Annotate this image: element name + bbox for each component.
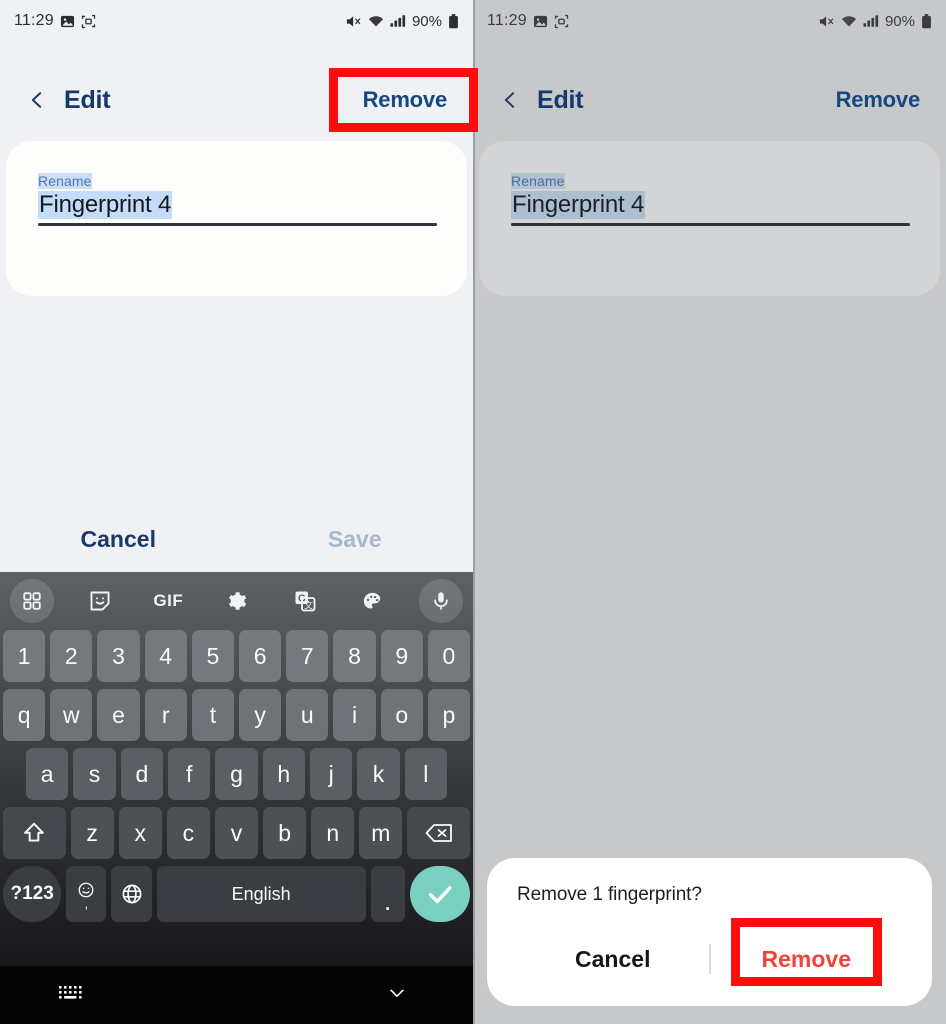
key-c[interactable]: c <box>166 807 210 859</box>
key-j[interactable]: j <box>309 748 353 800</box>
key-5[interactable]: 5 <box>191 630 234 682</box>
app-bar: Edit Remove <box>0 64 473 136</box>
check-enter-icon[interactable] <box>409 866 471 922</box>
emoji-key-comma: , <box>84 895 89 911</box>
key-w[interactable]: w <box>50 689 93 741</box>
gif-icon[interactable]: GIF <box>146 579 190 623</box>
system-navigation-bar <box>0 966 473 1024</box>
key-3[interactable]: 3 <box>97 630 140 682</box>
save-button[interactable]: Save <box>237 526 474 553</box>
hide-keyboard-icon[interactable] <box>58 983 86 1008</box>
key-l[interactable]: l <box>404 748 447 800</box>
backspace-icon[interactable] <box>407 807 470 859</box>
status-bar-left: 11:29 <box>14 12 96 30</box>
dialog-remove-button[interactable]: Remove <box>711 946 903 973</box>
shift-arrow-icon[interactable] <box>3 807 66 859</box>
signal-icon <box>390 14 406 28</box>
key-n[interactable]: n <box>311 807 355 859</box>
period-key[interactable]: . <box>370 866 405 922</box>
key-7[interactable]: 7 <box>286 630 329 682</box>
chevron-down-icon[interactable] <box>383 983 411 1008</box>
remove-button[interactable]: Remove <box>363 87 448 113</box>
rename-field-label: Rename <box>38 173 92 189</box>
keyboard-row-bottom: z x c v b n m <box>0 807 473 859</box>
key-2[interactable]: 2 <box>50 630 93 682</box>
photo-icon <box>60 14 75 29</box>
key-s[interactable]: s <box>73 748 116 800</box>
status-bar: 11:29 90% <box>0 0 473 42</box>
key-v[interactable]: v <box>214 807 259 859</box>
keyboard-toolbar: GIF G 文 <box>0 572 473 630</box>
key-0[interactable]: 0 <box>427 630 471 682</box>
dialog-cancel-button[interactable]: Cancel <box>517 946 709 973</box>
battery-icon <box>448 13 459 29</box>
key-6[interactable]: 6 <box>239 630 282 682</box>
key-p[interactable]: p <box>427 689 471 741</box>
rename-field[interactable]: Rename Fingerprint 4 <box>38 173 437 226</box>
key-o[interactable]: o <box>380 689 423 741</box>
key-1[interactable]: 1 <box>2 630 46 682</box>
battery-percent-label: 90% <box>411 12 442 30</box>
key-u[interactable]: u <box>286 689 329 741</box>
gif-label: GIF <box>153 591 184 610</box>
key-d[interactable]: d <box>120 748 163 800</box>
svg-text:文: 文 <box>304 600 313 611</box>
symbols-key[interactable]: ?123 <box>3 866 62 922</box>
on-screen-keyboard: GIF G 文 1 2 3 4 5 6 7 8 9 0 q w e r t y … <box>0 572 473 1024</box>
google-translate-icon[interactable]: G 文 <box>283 579 327 623</box>
language-globe-icon[interactable] <box>111 866 152 922</box>
key-4[interactable]: 4 <box>144 630 187 682</box>
keyboard-row-top: q w e r t y u i o p <box>0 689 473 741</box>
space-key[interactable]: English <box>156 866 366 922</box>
wifi-icon <box>368 14 384 28</box>
phone-screen-remove-dialog: 11:29 90% Edit Remove Rename Fingerprint… <box>473 0 946 1024</box>
rename-field-underline <box>38 223 437 226</box>
key-r[interactable]: r <box>144 689 187 741</box>
keyboard-row-function: ?123 , English . <box>0 866 473 922</box>
status-bar-right: 90% <box>346 13 459 30</box>
page-title: Edit <box>64 85 111 114</box>
key-q[interactable]: q <box>2 689 46 741</box>
dialog-title: Remove 1 fingerprint? <box>517 884 702 905</box>
key-a[interactable]: a <box>26 748 69 800</box>
key-i[interactable]: i <box>333 689 376 741</box>
apps-grid-icon[interactable] <box>10 579 54 623</box>
emoji-smiley-icon[interactable]: , <box>66 866 107 922</box>
keyboard-row-numbers: 1 2 3 4 5 6 7 8 9 0 <box>0 630 473 682</box>
settings-gear-icon[interactable] <box>214 579 258 623</box>
key-f[interactable]: f <box>168 748 211 800</box>
mute-icon <box>346 14 362 29</box>
screenshot-capture-icon <box>81 14 96 29</box>
edit-action-bar: Cancel Save <box>0 506 473 572</box>
key-8[interactable]: 8 <box>333 630 376 682</box>
key-h[interactable]: h <box>262 748 305 800</box>
key-9[interactable]: 9 <box>380 630 423 682</box>
sticker-icon[interactable] <box>78 579 122 623</box>
key-y[interactable]: y <box>239 689 282 741</box>
key-m[interactable]: m <box>359 807 403 859</box>
key-k[interactable]: k <box>357 748 400 800</box>
key-t[interactable]: t <box>191 689 234 741</box>
screenshot-root: 11:29 90% Edit Remove Rename Fingerprint… <box>0 0 946 1024</box>
key-z[interactable]: z <box>70 807 114 859</box>
microphone-icon[interactable] <box>418 579 463 623</box>
dialog-actions: Cancel Remove <box>517 928 902 990</box>
key-g[interactable]: g <box>215 748 258 800</box>
back-chevron-icon[interactable] <box>26 89 48 111</box>
phone-screen-edit: 11:29 90% Edit Remove Rename Fingerprint… <box>0 0 473 1024</box>
keyboard-row-home: a s d f g h j k l <box>0 748 473 800</box>
rename-input-value[interactable]: Fingerprint 4 <box>38 191 173 219</box>
key-x[interactable]: x <box>118 807 162 859</box>
cancel-button[interactable]: Cancel <box>0 526 237 553</box>
status-bar-clock: 11:29 <box>14 12 54 29</box>
key-e[interactable]: e <box>97 689 140 741</box>
palette-icon[interactable] <box>351 579 395 623</box>
remove-fingerprint-dialog: Remove 1 fingerprint? Cancel Remove <box>487 858 932 1006</box>
rename-card: Rename Fingerprint 4 <box>6 141 467 296</box>
key-b[interactable]: b <box>263 807 307 859</box>
